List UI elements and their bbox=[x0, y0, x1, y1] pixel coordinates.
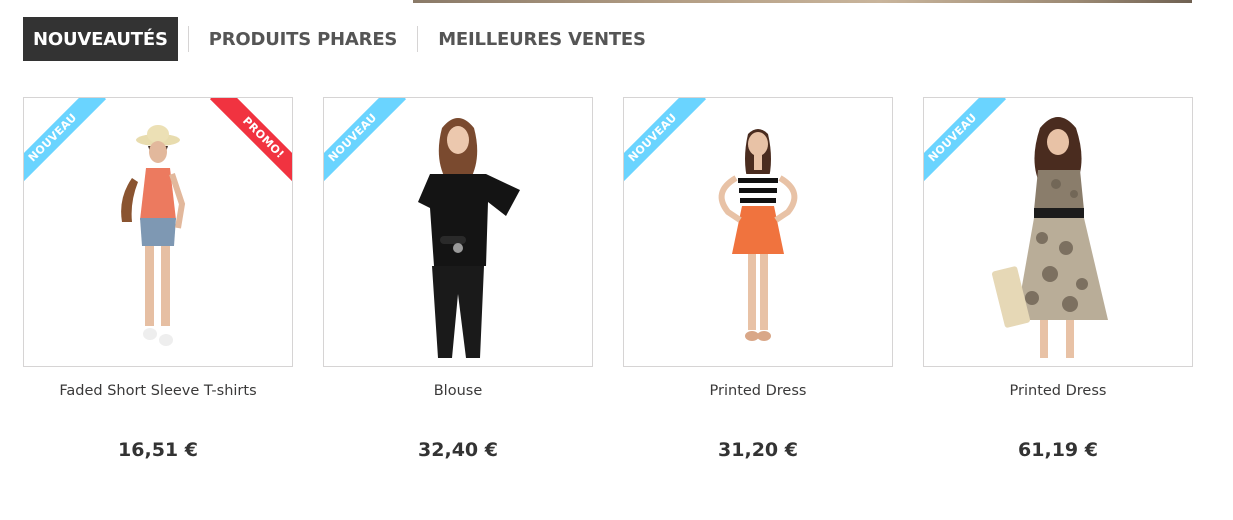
product-price: 16,51 € bbox=[118, 439, 198, 461]
product-name[interactable]: Blouse bbox=[323, 383, 593, 399]
product-card: NOUVEAU Printed Dress 61,19 € bbox=[923, 97, 1193, 461]
product-price: 61,19 € bbox=[1018, 439, 1098, 461]
product-image[interactable]: NOUVEAU PROMO! bbox=[23, 97, 293, 367]
product-name[interactable]: Printed Dress bbox=[923, 383, 1193, 399]
product-card: NOUVEAU Blouse 32,40 € bbox=[323, 97, 593, 461]
product-price: 31,20 € bbox=[718, 439, 798, 461]
tab-divider bbox=[417, 26, 419, 52]
product-image[interactable]: NOUVEAU bbox=[323, 97, 593, 367]
product-image[interactable]: NOUVEAU bbox=[623, 97, 893, 367]
product-image[interactable]: NOUVEAU bbox=[923, 97, 1193, 367]
product-card: NOUVEAU PROMO! Faded Short Sleeve T-shir… bbox=[23, 97, 293, 461]
tab-meilleures-ventes[interactable]: MEILLEURES VENTES bbox=[428, 17, 656, 61]
tab-nouveautes[interactable]: NOUVEAUTÉS bbox=[23, 17, 178, 61]
tab-divider bbox=[187, 26, 189, 52]
product-card: NOUVEAU Printed Dress 31,20 € bbox=[623, 97, 893, 461]
product-tabs: NOUVEAUTÉS PRODUITS PHARES MEILLEURES VE… bbox=[23, 17, 656, 61]
product-name[interactable]: Printed Dress bbox=[623, 383, 893, 399]
banner-image-strip bbox=[413, 0, 1192, 3]
product-price: 32,40 € bbox=[418, 439, 498, 461]
tab-produits-phares[interactable]: PRODUITS PHARES bbox=[199, 17, 407, 61]
product-name[interactable]: Faded Short Sleeve T-shirts bbox=[23, 383, 293, 399]
